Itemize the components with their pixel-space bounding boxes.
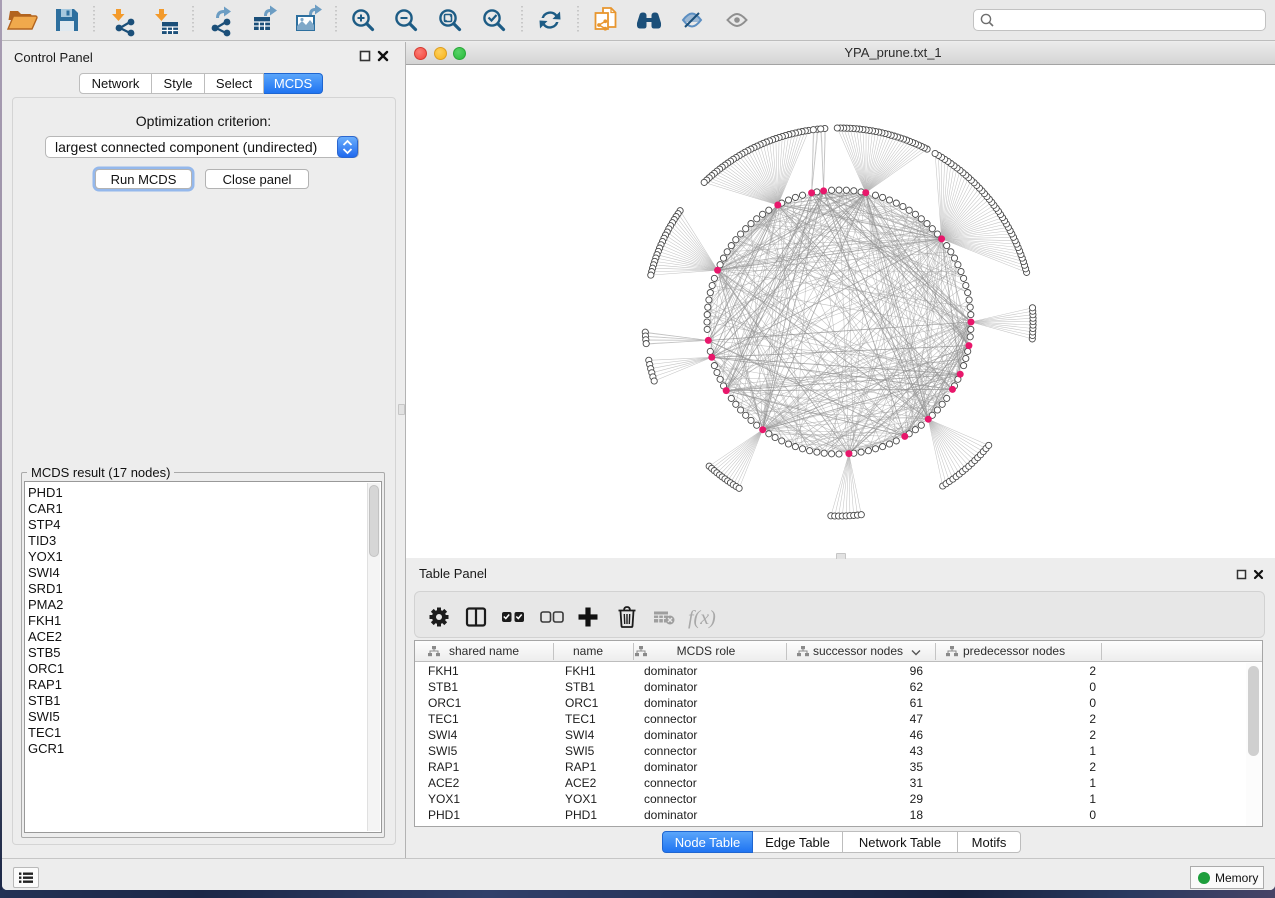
svg-text:f(x): f(x) bbox=[688, 607, 716, 629]
